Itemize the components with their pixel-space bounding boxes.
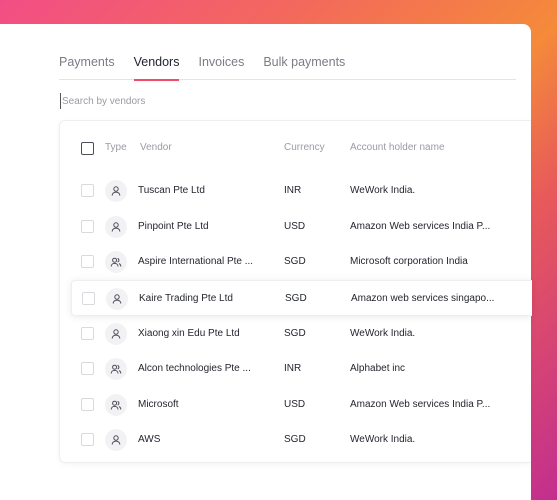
table-row[interactable]: AWS SGD WeWork India. bbox=[60, 422, 532, 458]
row-checkbox[interactable] bbox=[81, 327, 94, 340]
select-all-checkbox[interactable] bbox=[81, 142, 94, 155]
vendors-table: Type Vendor Currency Account holder name… bbox=[59, 120, 532, 463]
person-icon bbox=[111, 293, 123, 305]
vendor-type-avatar bbox=[105, 394, 127, 416]
account-holder-name: WeWork India. bbox=[350, 328, 416, 339]
vendor-type-avatar bbox=[105, 251, 127, 273]
row-checkbox[interactable] bbox=[81, 362, 94, 375]
vendor-name: AWS bbox=[138, 434, 161, 445]
person-icon bbox=[110, 328, 122, 340]
account-holder-name: Amazon Web services India P... bbox=[350, 221, 491, 232]
account-holder-name: Amazon Web services India P... bbox=[350, 399, 491, 410]
vendor-type-avatar bbox=[106, 288, 128, 310]
person-icon bbox=[110, 434, 122, 446]
row-checkbox[interactable] bbox=[81, 255, 94, 268]
vendor-currency: USD bbox=[284, 399, 306, 410]
group-icon bbox=[110, 363, 122, 375]
vendor-type-avatar bbox=[105, 358, 127, 380]
group-icon bbox=[110, 256, 122, 268]
tab-bulk-payments[interactable]: Bulk payments bbox=[263, 54, 345, 80]
tab-invoices[interactable]: Invoices bbox=[198, 54, 244, 80]
row-checkbox[interactable] bbox=[81, 433, 94, 446]
tab-vendors[interactable]: Vendors bbox=[133, 54, 179, 81]
vendor-type-avatar bbox=[105, 429, 127, 451]
vendor-name: Xiaong xin Edu Pte Ltd bbox=[138, 328, 240, 339]
vendor-type-avatar bbox=[105, 216, 127, 238]
table-row[interactable]: Alcon technologies Pte ... INR Alphabet in… bbox=[60, 351, 532, 387]
vendor-currency: SGD bbox=[284, 328, 306, 339]
vendor-name: Kaire Trading Pte Ltd bbox=[139, 293, 233, 304]
row-checkbox[interactable] bbox=[81, 398, 94, 411]
table-row[interactable]: Kaire Trading Pte Ltd SGD Amazon web servi… bbox=[71, 280, 532, 316]
table-row[interactable]: Microsoft USD Amazon Web services India P.… bbox=[60, 387, 532, 423]
vendor-currency: SGD bbox=[285, 293, 307, 304]
header-vendor: Vendor bbox=[140, 142, 172, 153]
row-checkbox[interactable] bbox=[81, 220, 94, 233]
row-checkbox[interactable] bbox=[82, 292, 95, 305]
person-icon bbox=[110, 185, 122, 197]
person-icon bbox=[110, 221, 122, 233]
table-row[interactable]: Tuscan Pte Ltd INR WeWork India. bbox=[60, 173, 532, 209]
header-account-holder: Account holder name bbox=[350, 142, 445, 153]
vendors-panel: Payments Vendors Invoices Bulk payments … bbox=[0, 24, 532, 500]
vendor-currency: USD bbox=[284, 221, 306, 232]
vendor-name: Aspire International Pte ... bbox=[138, 256, 254, 267]
table-row[interactable]: Aspire International Pte ... SGD Microsoft… bbox=[60, 244, 532, 280]
vendor-currency: INR bbox=[284, 363, 302, 374]
vendor-currency: SGD bbox=[284, 256, 306, 267]
vendor-name: Pinpoint Pte Ltd bbox=[138, 221, 209, 232]
table-row[interactable]: Pinpoint Pte Ltd USD Amazon Web services I… bbox=[60, 209, 532, 245]
vendor-name: Microsoft bbox=[138, 399, 179, 410]
group-icon bbox=[110, 399, 122, 411]
account-holder-name: Microsoft corporation India bbox=[350, 256, 468, 267]
account-holder-name: Amazon web services singapo... bbox=[351, 293, 495, 304]
table-row[interactable]: Xiaong xin Edu Pte Ltd SGD WeWork India. bbox=[60, 316, 532, 352]
vendor-name: Tuscan Pte Ltd bbox=[138, 185, 205, 196]
vendor-name: Alcon technologies Pte ... bbox=[138, 363, 251, 374]
tab-bar: Payments Vendors Invoices Bulk payments bbox=[59, 54, 516, 81]
header-currency: Currency bbox=[284, 142, 325, 153]
vendor-type-avatar bbox=[105, 180, 127, 202]
table-header: Type Vendor Currency Account holder name bbox=[60, 121, 531, 173]
row-checkbox[interactable] bbox=[81, 184, 94, 197]
account-holder-name: WeWork India. bbox=[350, 185, 416, 196]
vendor-currency: SGD bbox=[284, 434, 306, 445]
search-input[interactable] bbox=[60, 93, 360, 109]
tab-payments[interactable]: Payments bbox=[59, 54, 115, 80]
header-type: Type bbox=[105, 142, 127, 153]
account-holder-name: Alphabet inc bbox=[350, 363, 406, 374]
vendor-type-avatar bbox=[105, 323, 127, 345]
account-holder-name: WeWork India. bbox=[350, 434, 416, 445]
vendor-currency: INR bbox=[284, 185, 302, 196]
